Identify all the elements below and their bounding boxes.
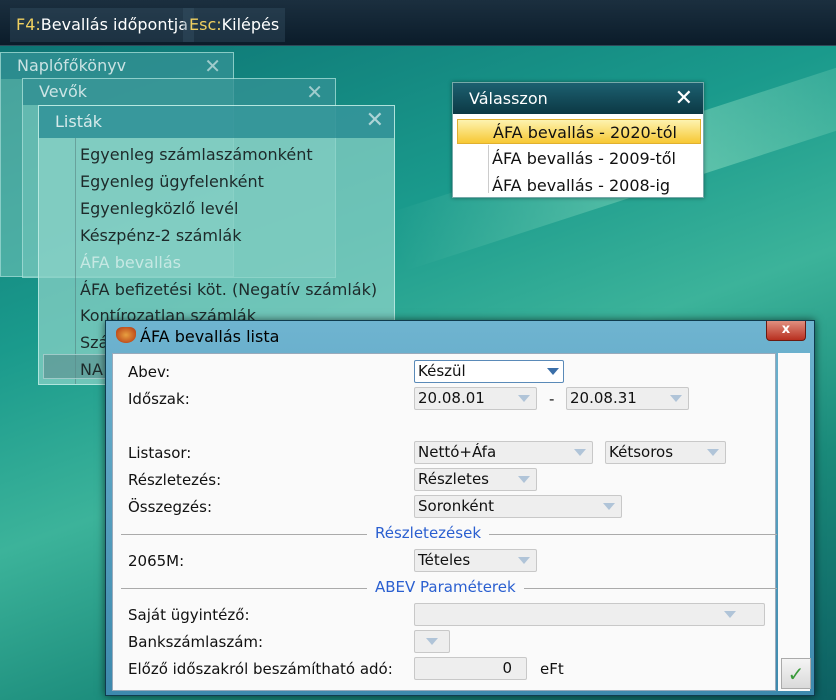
dropdown-value: Soronként: [418, 497, 494, 515]
menu-item[interactable]: ÁFA befizetési köt. (Negatív számlák): [80, 280, 377, 299]
close-button[interactable]: x: [766, 321, 806, 341]
chooser-item[interactable]: ÁFA bevallás - 2008-ig: [457, 173, 701, 198]
abev-dropdown[interactable]: Készül: [414, 360, 564, 383]
menu-item[interactable]: Egyenleg számlaszámonként: [80, 145, 313, 164]
dropdown-value: Részletes: [418, 470, 489, 488]
chooser-item[interactable]: ÁFA bevallás - 2009-től: [457, 146, 701, 171]
dropdown-value: Készül: [418, 362, 466, 380]
date-to-dropdown[interactable]: 20.08.31: [566, 387, 689, 410]
abev-label: Abev:: [128, 363, 171, 381]
dropdown-value: Kétsoros: [609, 443, 674, 461]
dropdown-value: Nettó+Áfa: [418, 443, 497, 461]
elozo-input[interactable]: 0: [414, 657, 527, 680]
osszegzes-dropdown[interactable]: Soronként: [414, 495, 622, 518]
form-panel: Abev: Készül Időszak: 20.08.01 - 20.08.3…: [112, 353, 777, 691]
elozo-label: Előző időszakról beszámítható adó:: [128, 660, 393, 678]
close-icon[interactable]: ✕: [366, 108, 384, 133]
close-icon[interactable]: ✕: [306, 79, 323, 105]
window-title: Vevők: [23, 79, 335, 105]
menu-gutter: [75, 138, 76, 384]
button-label: Kilépés: [221, 15, 280, 34]
menu-item[interactable]: Egyenlegközlő levél: [80, 199, 238, 218]
ok-button[interactable]: ✓: [781, 658, 811, 689]
m2065-label: 2065M:: [128, 552, 185, 570]
close-icon[interactable]: ✕: [675, 83, 693, 114]
date-from-dropdown[interactable]: 20.08.01: [414, 387, 537, 410]
m2065-dropdown[interactable]: Tételes: [414, 549, 537, 572]
popup-title: Válasszon: [453, 83, 703, 114]
window-title: Listák: [39, 106, 394, 138]
button-label: Bevallás időpontja: [40, 15, 188, 34]
menu-item-selected[interactable]: ÁFA bevallás: [80, 253, 181, 272]
app-icon: [116, 327, 136, 343]
ugyintezo-dropdown[interactable]: [414, 603, 765, 626]
chevron-down-icon: [518, 395, 530, 402]
top-toolbar: F4:Bevallás időpontja Esc:Kilépés: [0, 0, 836, 46]
close-icon[interactable]: ✕: [204, 53, 221, 79]
menu-item[interactable]: Egyenleg ügyfelenként: [80, 172, 264, 191]
key-hint: Esc:: [189, 15, 222, 34]
menu-item[interactable]: NA: [80, 360, 103, 379]
chevron-down-icon: [574, 449, 586, 456]
listasor-label: Listasor:: [128, 444, 192, 462]
ugyintezo-label: Saját ügyintéző:: [128, 606, 250, 624]
section-heading-reszletezesek: Részletezések: [367, 524, 490, 542]
bankszamla-dropdown[interactable]: [414, 630, 450, 653]
section-heading-abev: ABEV Paraméterek: [367, 578, 524, 596]
chevron-down-icon: [518, 557, 530, 564]
chevron-down-icon: [547, 368, 559, 375]
input-value: 0: [502, 659, 512, 677]
bankszamla-label: Bankszámlaszám:: [128, 633, 264, 651]
key-hint: F4:: [16, 15, 41, 34]
afa-bevallas-dialog: ÁFA bevallás lista x Abev: Készül Idősza…: [105, 320, 815, 696]
chooser-item-selected[interactable]: ÁFA bevallás - 2020-tól: [457, 119, 701, 144]
reszletezes-dropdown[interactable]: Részletes: [414, 468, 537, 491]
side-strip: [778, 353, 810, 691]
listasor-dropdown[interactable]: Nettó+Áfa: [414, 441, 593, 464]
unit-label: eFt: [540, 660, 564, 678]
dialog-title: ÁFA bevallás lista: [140, 327, 280, 346]
chevron-down-icon: [707, 449, 719, 456]
idoszak-label: Időszak:: [128, 390, 190, 408]
chevron-down-icon: [724, 611, 736, 618]
chooser-popup: Válasszon ✕ ÁFA bevallás - 2020-tól ÁFA b…: [452, 82, 704, 198]
date-separator: -: [549, 390, 555, 408]
chevron-down-icon: [518, 476, 530, 483]
reszletezes-label: Részletezés:: [128, 471, 222, 489]
chevron-down-icon: [670, 395, 682, 402]
dropdown-value: Tételes: [418, 551, 471, 569]
dropdown-value: 20.08.01: [418, 389, 485, 407]
dropdown-value: 20.08.31: [570, 389, 637, 407]
sorok-dropdown[interactable]: Kétsoros: [605, 441, 726, 464]
menu-item[interactable]: Készpénz-2 számlák: [80, 226, 242, 245]
chevron-down-icon: [426, 638, 438, 645]
window-title: Naplófőkönyv: [1, 53, 233, 79]
chevron-down-icon: [603, 503, 615, 510]
f4-button[interactable]: F4:Bevallás időpontja: [10, 8, 194, 42]
osszegzes-label: Összegzés:: [128, 498, 213, 516]
esc-button[interactable]: Esc:Kilépés: [183, 8, 286, 42]
